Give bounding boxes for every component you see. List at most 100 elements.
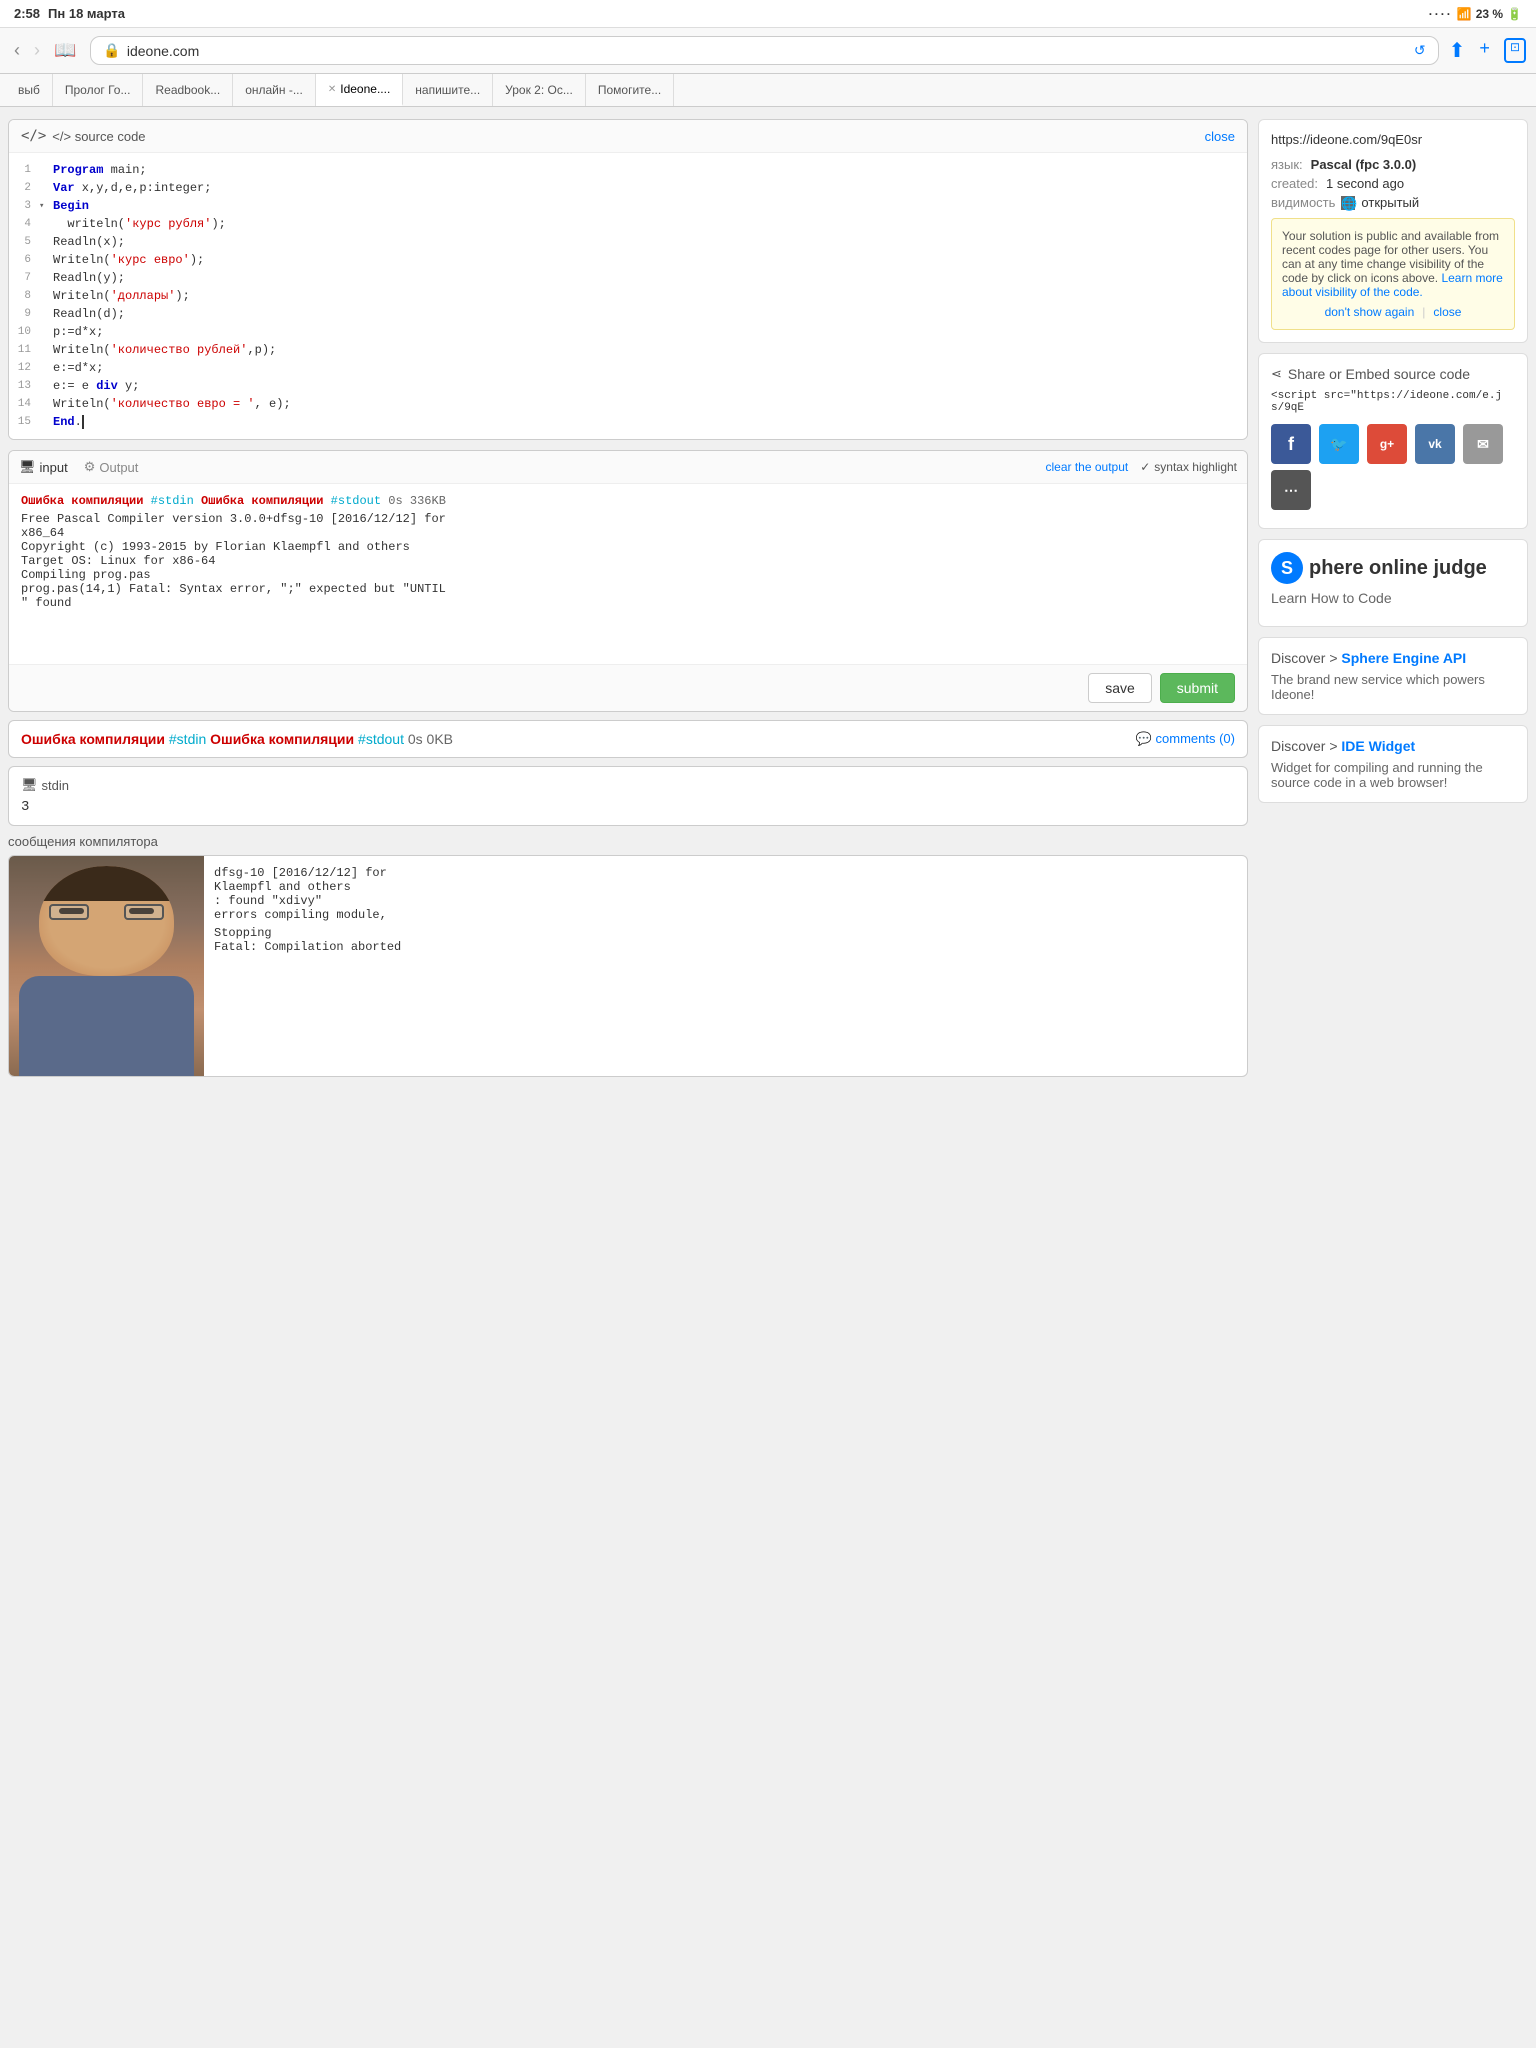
code-line-3: 3 ▾ Begin (9, 197, 1247, 215)
io-tab-right: clear the output ✓ syntax highlight (1045, 460, 1237, 474)
code-line-5: 5 Readln(x); (9, 233, 1247, 251)
google-plus-button[interactable]: g+ (1367, 424, 1407, 464)
tab-online[interactable]: онлайн -... (233, 74, 316, 106)
code-line-10: 10 p:=d*x; (9, 323, 1247, 341)
tab-output[interactable]: ⚙ Output (84, 459, 139, 475)
time: 2:58 (14, 6, 40, 21)
error-line-2: Ошибка компиляции #stdin Ошибка компиляц… (21, 731, 1235, 747)
code-line-2: 2 Var x,y,d,e,p:integer; (9, 179, 1247, 197)
compiler-img-area: dfsg-10 [2016/12/12] for Klaempfl and ot… (8, 855, 1248, 1077)
code-line-13: 13 e:= e div y; (9, 377, 1247, 395)
code-area[interactable]: 1 Program main; 2 Var x,y,d,e,p:integer;… (9, 153, 1247, 439)
right-panel: https://ideone.com/9qE0sr язык: Pascal (… (1248, 119, 1528, 1077)
meta-card: https://ideone.com/9qE0sr язык: Pascal (… (1258, 119, 1528, 343)
sphere-engine-api-link[interactable]: Sphere Engine API (1341, 650, 1466, 666)
twitter-button[interactable]: 🐦 (1319, 424, 1359, 464)
gear-icon: ⚙ (84, 459, 96, 475)
discover-card-2: Discover > IDE Widget Widget for compili… (1258, 725, 1528, 803)
day-info: Пн 18 марта (48, 6, 125, 21)
sphere-s-icon: S (1271, 552, 1303, 584)
compiler-section: сообщения компилятора (8, 834, 1248, 1077)
checkmark-icon: ✓ (1140, 460, 1150, 474)
stdin-label: 🖥 stdin (21, 777, 1235, 793)
notice-actions: don't show again | close (1282, 305, 1504, 319)
share-title: ⋖ Share or Embed source code (1271, 366, 1515, 382)
tab-napishite[interactable]: напишите... (403, 74, 493, 106)
status-bar-left: 2:58 Пн 18 марта (14, 6, 125, 21)
submit-button[interactable]: submit (1160, 673, 1235, 703)
status-bar-right: ···· 📶 23 % 🔋 (1429, 7, 1522, 21)
signal-dots: ···· (1429, 7, 1453, 21)
share-button-2[interactable]: ⋯ (1271, 470, 1311, 510)
share-icon-2: ⋖ (1271, 366, 1282, 382)
social-buttons: f 🐦 g+ vk ✉ (1271, 424, 1515, 464)
code-line-1: 1 Program main; (9, 161, 1247, 179)
browser-nav: ‹ › 📖 (10, 38, 80, 63)
sphere-title: phere online judge (1309, 557, 1487, 580)
comments-link[interactable]: 💬 comments (0) (1136, 731, 1235, 747)
share-icon[interactable]: ⬆ (1449, 38, 1466, 63)
stdin-value: 3 (21, 799, 1235, 815)
compiler-content: dfsg-10 [2016/12/12] for Klaempfl and ot… (9, 856, 1247, 1076)
bookmarks-button[interactable]: 📖 (50, 38, 80, 63)
tab-input[interactable]: 🖥 input (19, 459, 68, 475)
stdin-section: 🖥 stdin 3 (8, 766, 1248, 826)
discover-title-2: Discover > IDE Widget (1271, 738, 1515, 754)
notice-box: Your solution is public and available fr… (1271, 218, 1515, 330)
meta-created: created: 1 second ago (1271, 176, 1515, 191)
error-header: Ошибка компиляции #stdin Ошибка компиляц… (21, 494, 1235, 508)
monitor-icon: 🖥 (19, 459, 36, 475)
tab-close-icon[interactable]: ✕ (328, 84, 336, 95)
code-line-8: 8 Writeln('доллары'); (9, 287, 1247, 305)
email-button[interactable]: ✉ (1463, 424, 1503, 464)
globe-icon: 🌐 (1341, 196, 1355, 210)
editor-title: </> </> source code (21, 128, 146, 144)
code-line-4: 4 writeln('курс рубля'); (9, 215, 1247, 233)
code-line-6: 6 Writeln('курс евро'); (9, 251, 1247, 269)
clear-output-button[interactable]: clear the output (1045, 460, 1128, 474)
close-button[interactable]: close (1205, 129, 1235, 144)
add-tab-icon[interactable]: + (1479, 38, 1490, 63)
code-line-7: 7 Readln(y); (9, 269, 1247, 287)
editor-header: </> </> source code close (9, 120, 1247, 153)
url-text: ideone.com (127, 43, 199, 59)
sphere-card: S phere online judge Learn How to Code (1258, 539, 1528, 627)
tab-prolog[interactable]: Пролог Го... (53, 74, 144, 106)
ide-widget-link[interactable]: IDE Widget (1341, 738, 1415, 754)
error-section-2: Ошибка компиляции #stdin Ошибка компиляц… (8, 720, 1248, 758)
visibility-row: видимость 🌐 открытый (1271, 195, 1515, 210)
forward-button[interactable]: › (30, 38, 44, 63)
action-bar: save submit (9, 664, 1247, 711)
tab-pomogite[interactable]: Помогите... (586, 74, 674, 106)
tab-readbook[interactable]: Readbook... (143, 74, 233, 106)
left-panel: </> </> source code close 1 Program main… (8, 119, 1248, 1077)
source-editor: </> </> source code close 1 Program main… (8, 119, 1248, 440)
discover-title-1: Discover > Sphere Engine API (1271, 650, 1515, 666)
code-line-9: 9 Readln(d); (9, 305, 1247, 323)
wifi-icon: 📶 (1457, 7, 1472, 21)
tab-urok[interactable]: Урок 2: Ос... (493, 74, 586, 106)
save-button[interactable]: save (1088, 673, 1152, 703)
content-area: </> </> source code close 1 Program main… (0, 107, 1536, 1089)
io-tab-left: 🖥 input ⚙ Output (19, 459, 138, 475)
notice-close-button[interactable]: close (1433, 305, 1461, 319)
social-row-2: ⋯ (1271, 470, 1515, 510)
facebook-button[interactable]: f (1271, 424, 1311, 464)
back-button[interactable]: ‹ (10, 38, 24, 63)
lock-icon: 🔒 (103, 42, 120, 59)
io-tabs: 🖥 input ⚙ Output clear the output ✓ synt… (8, 450, 1248, 712)
syntax-highlight-toggle[interactable]: ✓ syntax highlight (1140, 460, 1237, 474)
reload-icon[interactable]: ↺ (1414, 42, 1426, 59)
code-line-15: 15 End. (9, 413, 1247, 431)
tab-ideone[interactable]: ✕ Ideone.... (316, 74, 403, 106)
vkontakte-button[interactable]: vk (1415, 424, 1455, 464)
url-bar[interactable]: 🔒 ideone.com ↺ (90, 36, 1438, 65)
discover-text-1: The brand new service which powers Ideon… (1271, 672, 1515, 702)
tabs-icon[interactable]: ⊡ (1504, 38, 1526, 63)
compiler-output-text: dfsg-10 [2016/12/12] for Klaempfl and ot… (204, 856, 1247, 1076)
battery-value: 23 % (1476, 7, 1503, 21)
monitor-icon-2: 🖥 (21, 777, 38, 793)
dont-show-again-button[interactable]: don't show again (1325, 305, 1415, 319)
output-area: Ошибка компиляции #stdin Ошибка компиляц… (9, 484, 1247, 664)
tab-vyb[interactable]: выб (6, 74, 53, 106)
